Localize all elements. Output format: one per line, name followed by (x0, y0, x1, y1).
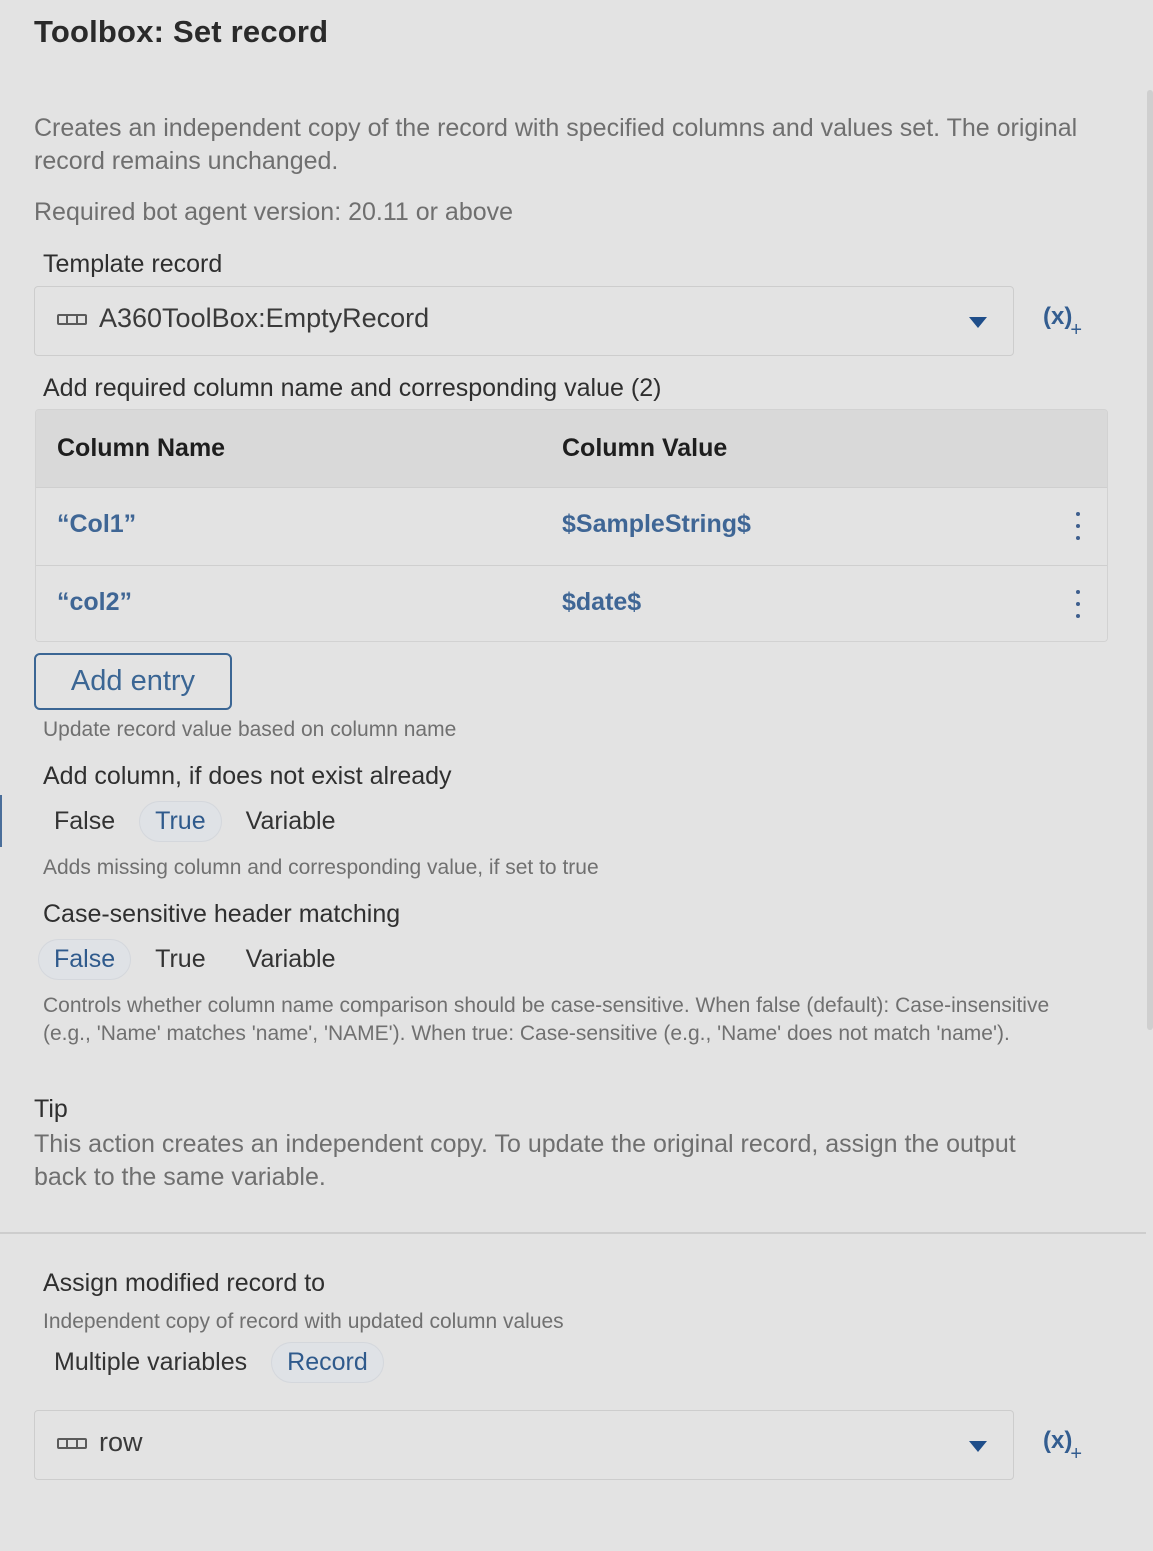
record-icon (57, 1438, 87, 1449)
plus-icon: + (1070, 318, 1083, 341)
plus-icon: + (1070, 1442, 1083, 1465)
tip-title: Tip (34, 1095, 68, 1123)
variable-icon: (x) (1043, 1427, 1073, 1454)
case-sensitive-option-true[interactable]: True (139, 939, 221, 980)
add-entry-button[interactable]: Add entry (34, 653, 232, 710)
add-column-help: Adds missing column and corresponding va… (43, 856, 599, 879)
chevron-down-icon (969, 1441, 987, 1452)
scrollbar[interactable] (1147, 90, 1153, 1030)
columns-label: Add required column name and correspondi… (43, 374, 662, 402)
case-sensitive-toggle: False True Variable (38, 939, 352, 980)
case-sensitive-option-false[interactable]: False (38, 939, 132, 980)
row-column-name: “Col1” (57, 510, 137, 538)
assign-option-record[interactable]: Record (271, 1342, 384, 1383)
assign-record-value: row (99, 1427, 143, 1457)
insert-variable-button[interactable]: (x)+ (1043, 1427, 1084, 1465)
add-column-option-true[interactable]: True (139, 801, 222, 842)
more-options-icon[interactable] (1075, 590, 1081, 618)
action-description: Creates an independent copy of the recor… (34, 114, 1078, 175)
add-column-toggle: False True Variable (38, 801, 352, 842)
add-column-option-variable[interactable]: Variable (230, 801, 352, 842)
add-column-label: Add column, if does not exist already (43, 762, 452, 790)
chevron-down-icon (969, 317, 987, 328)
case-sensitive-option-variable[interactable]: Variable (230, 939, 352, 980)
table-header: Column Name Column Value (36, 410, 1107, 487)
case-sensitive-label: Case-sensitive header matching (43, 900, 401, 928)
tip-text: This action creates an independent copy.… (34, 1130, 1016, 1191)
required-version: Required bot agent version: 20.11 or abo… (34, 198, 514, 226)
row-column-value: $date$ (562, 588, 642, 616)
template-record-value: A360ToolBox:EmptyRecord (99, 303, 430, 333)
columns-help: Update record value based on column name (43, 718, 457, 741)
table-row[interactable]: “col2” $date$ (36, 565, 1107, 641)
row-column-value: $SampleString$ (562, 510, 751, 538)
template-record-dropdown[interactable]: A360ToolBox:EmptyRecord (34, 286, 1014, 356)
assign-type-toggle: Multiple variables Record (38, 1342, 384, 1383)
assign-help: Independent copy of record with updated … (43, 1310, 564, 1333)
variable-icon: (x) (1043, 303, 1073, 330)
assign-option-multiple-variables[interactable]: Multiple variables (38, 1342, 263, 1383)
template-record-label: Template record (43, 250, 223, 278)
add-column-option-false[interactable]: False (38, 801, 131, 842)
assign-label: Assign modified record to (43, 1269, 326, 1297)
record-icon (57, 314, 87, 325)
more-options-icon[interactable] (1075, 512, 1081, 540)
page-title: Toolbox: Set record (34, 14, 329, 49)
table-row[interactable]: “Col1” $SampleString$ (36, 487, 1107, 565)
insert-variable-button[interactable]: (x)+ (1043, 303, 1084, 341)
focus-indicator (0, 795, 2, 847)
column-value-header: Column Value (562, 434, 728, 462)
column-name-header: Column Name (57, 434, 226, 462)
case-sensitive-help: Controls whether column name comparison … (43, 994, 1050, 1045)
section-divider (0, 1232, 1146, 1234)
assign-record-dropdown[interactable]: row (34, 1410, 1014, 1480)
columns-table: Column Name Column Value “Col1” $SampleS… (35, 409, 1108, 642)
row-column-name: “col2” (57, 588, 133, 616)
